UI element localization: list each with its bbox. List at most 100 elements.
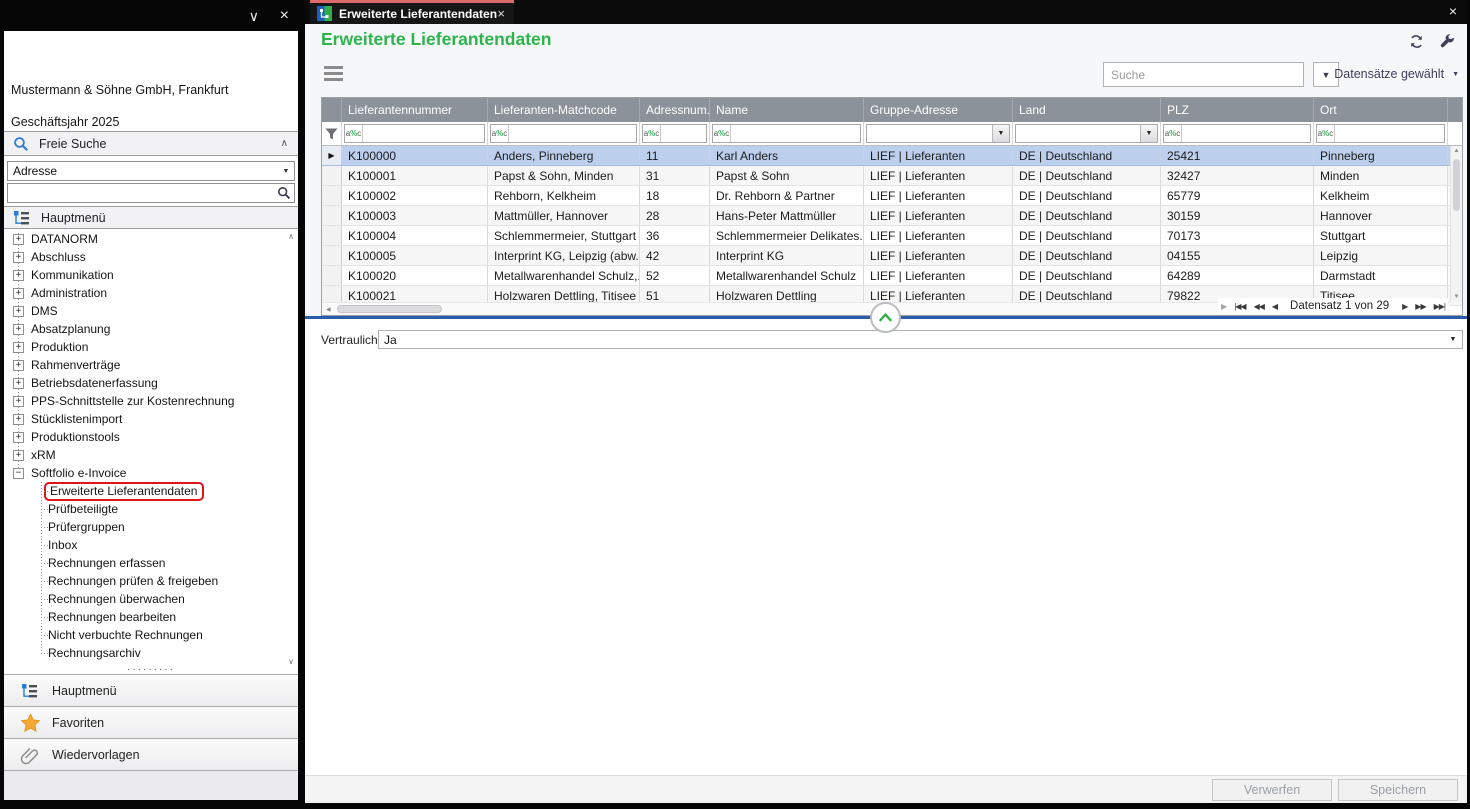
table-cell[interactable]: LIEF | Lieferanten <box>864 266 1013 285</box>
table-cell[interactable]: Schlemmermeier Delikates... <box>710 226 864 245</box>
expand-box-icon[interactable]: + <box>13 234 24 245</box>
table-cell[interactable]: Schlemmermeier, Stuttgart <box>488 226 640 245</box>
close-window-icon[interactable]: × <box>1449 3 1457 19</box>
nav-forward-icon[interactable]: ▶▶ <box>1415 302 1425 311</box>
table-cell[interactable]: 32427 <box>1161 166 1314 185</box>
table-cell[interactable]: LIEF | Lieferanten <box>864 226 1013 245</box>
column-filter-input[interactable] <box>731 125 860 142</box>
table-row[interactable]: ▶K100000Anders, Pinneberg11Karl AndersLI… <box>322 146 1462 166</box>
column-header[interactable]: Lieferanten-Matchcode <box>488 98 640 122</box>
tree-item[interactable]: +Produktionstools <box>4 428 298 446</box>
table-cell[interactable]: Papst & Sohn <box>710 166 864 185</box>
expand-box-icon[interactable]: + <box>13 432 24 443</box>
tree-item-label[interactable]: Kommunikation <box>31 268 114 282</box>
tree-item-label[interactable]: Administration <box>31 286 107 300</box>
scrollbar-thumb[interactable] <box>337 305 442 313</box>
column-header[interactable]: Gruppe-Adresse <box>864 98 1013 122</box>
like-filter-icon[interactable]: a%c <box>713 125 731 142</box>
tree-subitem-label[interactable]: Prüfergruppen <box>48 520 125 534</box>
table-cell[interactable]: Anders, Pinneberg <box>488 146 640 165</box>
table-row[interactable]: K100003Mattmüller, Hannover28Hans-Peter … <box>322 206 1462 226</box>
expand-box-icon[interactable]: + <box>13 324 24 335</box>
free-search-header[interactable]: Freie Suche ∧ <box>4 131 298 156</box>
free-search-input[interactable] <box>8 184 273 202</box>
tree-item[interactable]: +Kommunikation <box>4 266 298 284</box>
table-cell[interactable]: Metallwarenhandel Schulz,... <box>488 266 640 285</box>
expand-box-icon[interactable]: + <box>13 342 24 353</box>
tree-item[interactable]: +DATANORM <box>4 230 298 248</box>
column-header[interactable]: PLZ <box>1161 98 1314 122</box>
table-cell[interactable]: 31 <box>640 166 710 185</box>
refresh-icon[interactable] <box>1408 33 1425 55</box>
tree-subitem-label[interactable]: Inbox <box>48 538 77 552</box>
collapse-sidebar-icon[interactable]: ∨ <box>249 8 259 25</box>
expand-box-icon[interactable]: + <box>13 378 24 389</box>
expand-box-icon[interactable]: + <box>13 288 24 299</box>
column-filter-input[interactable] <box>363 125 484 142</box>
table-row[interactable]: K100004Schlemmermeier, Stuttgart36Schlem… <box>322 226 1462 246</box>
tree-item-label[interactable]: Softfolio e-Invoice <box>31 466 126 480</box>
table-cell[interactable]: DE | Deutschland <box>1013 246 1161 265</box>
tree-subitem-label[interactable]: Rechnungen überwachen <box>48 592 185 606</box>
tree-subitem-label[interactable]: Rechnungen bearbeiten <box>48 610 176 624</box>
table-cell[interactable]: 42 <box>640 246 710 265</box>
scroll-down-icon[interactable]: ▼ <box>1451 294 1462 300</box>
expand-box-icon[interactable]: + <box>13 252 24 263</box>
tree-subitem[interactable]: Prüfbeteiligte <box>4 500 298 518</box>
like-filter-icon[interactable]: a%c <box>491 125 509 142</box>
tree-item-label[interactable]: Stücklistenimport <box>31 412 122 426</box>
table-cell[interactable]: DE | Deutschland <box>1013 206 1161 225</box>
table-cell[interactable]: LIEF | Lieferanten <box>864 146 1013 165</box>
table-cell[interactable]: 64289 <box>1161 266 1314 285</box>
column-filter-input[interactable] <box>509 125 636 142</box>
tree-item[interactable]: +DMS <box>4 302 298 320</box>
tree-subitem[interactable]: Nicht verbuchte Rechnungen <box>4 626 298 644</box>
filter-dropdown-button[interactable]: ▼ <box>992 125 1009 142</box>
table-cell[interactable]: Metallwarenhandel Schulz <box>710 266 864 285</box>
expand-box-icon[interactable]: + <box>13 450 24 461</box>
tree-item[interactable]: + Betriebsdatenerfassung <box>4 374 298 392</box>
sidebar-item-favoriten[interactable]: Favoriten <box>4 706 298 738</box>
chevron-down-icon[interactable]: ▼ <box>278 162 294 180</box>
tree-item-label[interactable]: Betriebsdatenerfassung <box>31 376 158 390</box>
table-row[interactable]: K100020Metallwarenhandel Schulz,...52Met… <box>322 266 1462 286</box>
tree-item[interactable]: +Produktion <box>4 338 298 356</box>
tree-subitem-label[interactable]: Nicht verbuchte Rechnungen <box>48 628 203 642</box>
tree-subitem-label[interactable]: Rechnungen prüfen & freigeben <box>48 574 218 588</box>
nav-next-icon[interactable]: ▶ <box>1402 302 1407 311</box>
chevron-up-icon[interactable]: ∧ <box>281 138 288 149</box>
column-filter-input[interactable] <box>867 125 992 142</box>
table-cell[interactable]: LIEF | Lieferanten <box>864 206 1013 225</box>
nav-prev-icon[interactable]: ◀ <box>1272 302 1277 311</box>
column-header[interactable]: Land <box>1013 98 1161 122</box>
tree-item-label[interactable]: Absatzplanung <box>31 322 110 336</box>
table-cell[interactable]: LIEF | Lieferanten <box>864 246 1013 265</box>
table-cell[interactable]: K100004 <box>342 226 488 245</box>
table-cell[interactable]: Rehborn, Kelkheim <box>488 186 640 205</box>
table-row[interactable]: K100001Papst & Sohn, Minden31Papst & Soh… <box>322 166 1462 186</box>
nav-last-icon[interactable]: ▶▶| <box>1434 302 1445 311</box>
scroll-up-icon[interactable]: ▲ <box>1451 148 1462 154</box>
table-cell[interactable]: Darmstadt <box>1314 266 1448 285</box>
tree-item-label[interactable]: PPS-Schnittstelle zur Kostenrechnung <box>31 394 234 408</box>
nav-first-icon[interactable]: |◀◀ <box>1234 302 1245 311</box>
table-cell[interactable]: Pinneberg <box>1314 146 1448 165</box>
nav-rewind-icon[interactable]: ◀◀ <box>1254 302 1264 311</box>
main-menu-header[interactable]: Hauptmenü <box>4 206 298 229</box>
like-filter-icon[interactable]: a%c <box>643 125 661 142</box>
column-header[interactable]: Name <box>710 98 864 122</box>
close-sidebar-icon[interactable]: × <box>280 7 289 25</box>
table-cell[interactable]: K100003 <box>342 206 488 225</box>
menu-button[interactable] <box>324 66 343 81</box>
table-cell[interactable]: LIEF | Lieferanten <box>864 166 1013 185</box>
scrollbar-thumb[interactable] <box>1453 159 1460 211</box>
table-cell[interactable]: 18 <box>640 186 710 205</box>
like-filter-icon[interactable]: a%c <box>1317 125 1335 142</box>
tree-item[interactable]: +xRM <box>4 446 298 464</box>
column-filter-input[interactable] <box>1182 125 1310 142</box>
table-cell[interactable]: 30159 <box>1161 206 1314 225</box>
sidebar-item-hauptmenu[interactable]: Hauptmenü <box>4 674 298 706</box>
tree-subitem[interactable]: Prüfergruppen <box>4 518 298 536</box>
search-category-select[interactable]: Adresse ▼ <box>7 161 295 181</box>
table-cell[interactable]: K100005 <box>342 246 488 265</box>
